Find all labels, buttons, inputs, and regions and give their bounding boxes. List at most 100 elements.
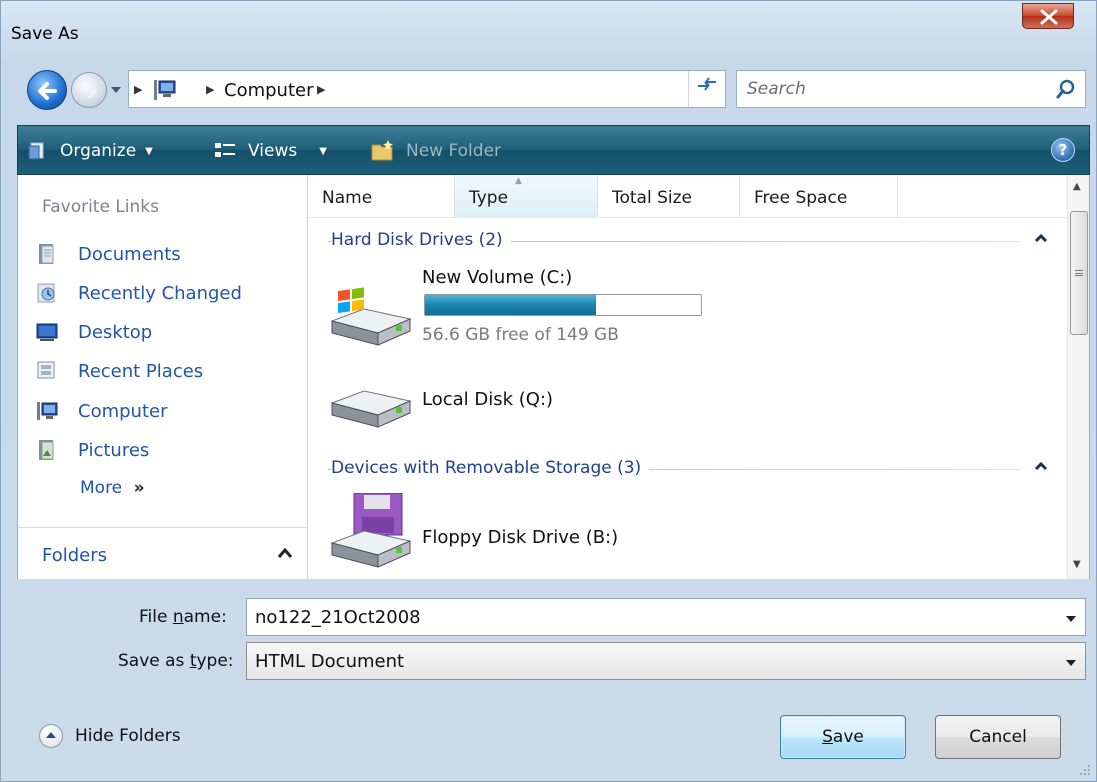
new-folder-button[interactable]: New Folder: [370, 138, 501, 164]
address-bar[interactable]: ▶ ▶ Computer ▶: [128, 70, 726, 108]
views-dropdown-icon: ▼: [319, 145, 327, 157]
group-hard-disk-drives[interactable]: Hard Disk Drives (2): [308, 226, 1048, 256]
chevron-up-icon: [1034, 233, 1048, 243]
window-title: Save As: [11, 24, 79, 44]
chevron-up-circle-icon: [39, 724, 63, 748]
organize-menu[interactable]: Organize ▼: [28, 138, 153, 164]
save-as-type-select[interactable]: HTML Document: [246, 642, 1086, 680]
chevron-up-icon: [1034, 461, 1048, 471]
forward-arrow-icon: [81, 83, 98, 99]
column-header-free-space[interactable]: Free Space: [740, 175, 898, 217]
favorite-pictures[interactable]: Pictures: [36, 435, 149, 465]
refresh-icon: [697, 77, 716, 91]
favorite-documents-label: Documents: [78, 243, 181, 265]
favorite-desktop[interactable]: Desktop: [36, 317, 152, 347]
scroll-down-arrow-icon[interactable]: ▼: [1073, 559, 1081, 570]
forward-button[interactable]: [71, 72, 107, 108]
more-chevrons-icon: »: [133, 478, 145, 498]
breadcrumb-chevron[interactable]: ▶: [317, 83, 325, 96]
resize-grip-icon[interactable]: [1078, 763, 1092, 777]
drive-new-volume-c[interactable]: New Volume (C:) 56.6 GB free of 149 GB: [324, 263, 744, 355]
file-name-label: File name:: [139, 607, 227, 627]
back-button[interactable]: [27, 70, 67, 110]
column-free-space-label: Free Space: [754, 188, 848, 208]
group-removable-storage[interactable]: Devices with Removable Storage (3): [308, 454, 1048, 484]
favorite-recently-changed[interactable]: Recently Changed: [36, 278, 242, 308]
folders-label: Folders: [42, 545, 108, 566]
recent-places-icon: [37, 361, 55, 379]
chevron-up-icon: [277, 547, 293, 558]
scroll-grip-icon: [1075, 270, 1083, 276]
drive-floppy-b[interactable]: Floppy Disk Drive (B:): [324, 493, 744, 579]
organize-icon: [28, 142, 44, 160]
pictures-icon: [39, 440, 54, 460]
favorite-recent-places-label: Recent Places: [78, 360, 204, 382]
save-as-type-value: HTML Document: [255, 651, 405, 672]
vertical-scrollbar[interactable]: ▲ ▼: [1067, 175, 1089, 579]
save-as-dialog: Save As ▶ ▶ Computer ▶ Search Organize ▼…: [0, 0, 1097, 782]
favorite-desktop-label: Desktop: [78, 321, 153, 343]
documents-icon: [39, 244, 54, 264]
drive-b-name: Floppy Disk Drive (B:): [422, 527, 619, 548]
views-label: Views: [248, 141, 298, 161]
drive-c-usage-bar: [424, 294, 702, 316]
drive-local-disk-q[interactable]: Local Disk (Q:): [324, 375, 744, 445]
column-header-type[interactable]: ▲ Type: [455, 175, 598, 217]
more-favorites-link[interactable]: More »: [80, 478, 145, 498]
address-row: ▶ ▶ Computer ▶: [1, 63, 1096, 117]
favorite-computer[interactable]: Computer: [36, 396, 167, 426]
breadcrumb-computer[interactable]: Computer: [224, 80, 313, 101]
favorite-documents[interactable]: Documents: [36, 239, 181, 269]
scroll-up-arrow-icon[interactable]: ▲: [1073, 181, 1081, 192]
command-bar: Organize ▼ Views ▼ New Folder ?: [17, 125, 1090, 175]
address-root-chevron-2[interactable]: ▶: [206, 83, 214, 96]
more-label: More: [80, 478, 123, 498]
save-as-type-label: Save as type:: [118, 651, 234, 671]
group-removable-storage-label: Devices with Removable Storage (3): [331, 458, 650, 478]
save-button[interactable]: Save: [780, 715, 906, 759]
cancel-button[interactable]: Cancel: [935, 715, 1061, 759]
views-menu[interactable]: Views ▼: [214, 138, 327, 164]
column-type-label: Type: [469, 188, 509, 208]
folders-tree-toggle[interactable]: Folders: [18, 527, 307, 579]
column-header-total-size[interactable]: Total Size: [598, 175, 740, 217]
drive-q-name: Local Disk (Q:): [422, 389, 554, 410]
back-arrow-icon: [38, 82, 57, 100]
recent-pages-dropdown-icon[interactable]: [109, 83, 123, 97]
hide-folders-label: Hide Folders: [75, 726, 181, 746]
favorite-recent-places[interactable]: Recent Places: [36, 356, 203, 386]
file-name-dropdown-icon[interactable]: [1065, 615, 1077, 623]
refresh-button[interactable]: [688, 71, 724, 107]
hard-drive-icon: [330, 390, 412, 428]
favorite-recently-changed-label: Recently Changed: [78, 282, 242, 304]
favorite-links-heading: Favorite Links: [42, 197, 160, 217]
recently-changed-icon: [37, 283, 55, 303]
help-button[interactable]: ?: [1051, 138, 1075, 162]
computer-icon: [37, 402, 58, 420]
header-divider: [308, 217, 1068, 218]
close-button[interactable]: [1022, 3, 1074, 29]
title-bar: Save As: [1, 1, 1096, 61]
drive-c-free-space: 56.6 GB free of 149 GB: [422, 325, 619, 345]
new-folder-icon: [371, 140, 393, 161]
column-header-name[interactable]: Name: [308, 175, 455, 217]
search-icon[interactable]: [1055, 78, 1077, 100]
new-folder-label: New Folder: [406, 141, 502, 161]
views-icon: [215, 143, 235, 157]
scroll-thumb[interactable]: [1070, 211, 1088, 335]
file-name-value[interactable]: no122_21Oct2008: [255, 607, 421, 628]
computer-icon: [154, 80, 176, 100]
search-box[interactable]: [736, 70, 1086, 108]
group-hard-disk-drives-label: Hard Disk Drives (2): [331, 230, 511, 250]
sort-ascending-icon: ▲: [515, 176, 522, 186]
hide-folders-button[interactable]: Hide Folders: [39, 723, 181, 749]
search-input[interactable]: [747, 79, 1037, 99]
windows-drive-icon: [330, 287, 412, 346]
file-name-field[interactable]: no122_21Oct2008: [246, 598, 1086, 636]
save-as-type-dropdown-icon[interactable]: [1065, 659, 1077, 667]
drive-c-name: New Volume (C:): [422, 267, 573, 288]
favorite-pictures-label: Pictures: [78, 439, 150, 461]
floppy-drive-icon: [330, 493, 412, 568]
favorite-computer-label: Computer: [78, 400, 168, 422]
address-root-chevron[interactable]: ▶: [134, 83, 142, 96]
